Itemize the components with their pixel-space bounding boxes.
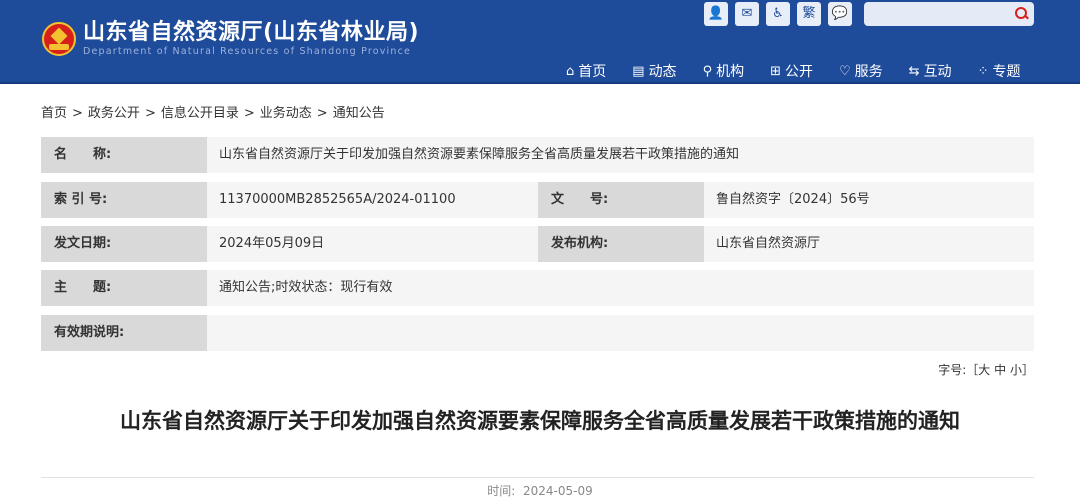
meta-label: 文 号: (538, 182, 704, 218)
nav-label: 机构 (716, 64, 745, 80)
meta-value: 11370000MB2852565A/2024-01100 (207, 182, 538, 218)
heart-icon: ♡ (839, 63, 851, 79)
nav-label: 首页 (578, 64, 607, 80)
main-nav: ⌂ 首页 ▤ 动态 ⚲ 机构 ⊞ 公开 ♡ 服务 ⇆ 互动 ⁘ 专题 (566, 61, 1020, 81)
nav-disclosure[interactable]: ⊞ 公开 (770, 61, 813, 81)
meta-label: 发布机构: (538, 226, 704, 262)
accessibility-icon[interactable]: ♿ (766, 2, 790, 26)
publish-time-value: 2024-05-09 (522, 484, 593, 498)
meta-value: 山东省自然资源厅关于印发加强自然资源要素保障服务全省高质量发展若干政策措施的通知 (207, 137, 1034, 173)
search-box (864, 2, 1034, 26)
meta-row-date: 发文日期: 2024年05月09日 发布机构: 山东省自然资源厅 (41, 226, 1034, 262)
meta-value: 鲁自然资字〔2024〕56号 (704, 182, 1034, 218)
breadcrumb-business-news[interactable]: 业务动态 (260, 106, 312, 121)
meta-value: 山东省自然资源厅 (704, 226, 1034, 262)
divider (41, 477, 1034, 478)
meta-value (207, 315, 1034, 351)
meta-row-subject: 主 题: 通知公告;时效状态：现行有效 (41, 270, 1034, 306)
font-size-suffix: ］ (1021, 363, 1034, 377)
breadcrumb-separator: > (144, 106, 156, 121)
disclosure-icon: ⊞ (770, 63, 781, 79)
font-size-large[interactable]: 大 (978, 363, 990, 377)
meta-row-index: 索 引 号: 11370000MB2852565A/2024-01100 文 号… (41, 182, 1034, 218)
font-size-small[interactable]: 小 (1010, 363, 1022, 377)
nav-organization[interactable]: ⚲ 机构 (703, 61, 745, 81)
publish-time: 时间: 2024-05-09 (0, 482, 1080, 499)
meta-row-validity: 有效期说明: (41, 315, 1034, 351)
breadcrumb-home[interactable]: 首页 (41, 106, 67, 121)
breadcrumb-notices[interactable]: 通知公告 (333, 106, 385, 121)
meta-label: 主 题: (41, 270, 207, 306)
breadcrumb-separator: > (316, 106, 328, 121)
meta-label: 发文日期: (41, 226, 207, 262)
font-size-medium[interactable]: 中 (994, 363, 1006, 377)
nav-label: 动态 (648, 64, 677, 80)
site-subtitle: Department of Natural Resources of Shand… (83, 46, 412, 57)
breadcrumb-separator: > (72, 106, 83, 121)
font-size-prefix: 字号:［ (938, 363, 979, 377)
grid-icon: ⁘ (977, 63, 989, 79)
meta-value: 通知公告;时效状态：现行有效 (207, 270, 1034, 306)
site-header: 山东省自然资源厅(山东省林业局) Department of Natural R… (0, 0, 1080, 84)
nav-news[interactable]: ▤ 动态 (632, 61, 676, 81)
nav-label: 公开 (785, 64, 813, 80)
national-emblem-icon (42, 22, 76, 56)
breadcrumb-government-affairs[interactable]: 政务公开 (88, 106, 140, 121)
meta-label: 索 引 号: (41, 182, 207, 218)
home-icon: ⌂ (566, 63, 575, 79)
nav-topics[interactable]: ⁘ 专题 (978, 61, 1021, 81)
org-chart-icon: ⚲ (702, 63, 713, 79)
nav-label: 互动 (923, 64, 952, 80)
site-title: 山东省自然资源厅(山东省林业局) (83, 20, 420, 45)
search-input[interactable] (864, 2, 1004, 26)
traditional-chinese-button[interactable]: 繁 (797, 2, 821, 26)
meta-row-name: 名 称: 山东省自然资源厅关于印发加强自然资源要素保障服务全省高质量发展若干政策… (41, 137, 1034, 173)
breadcrumb: 首页 > 政务公开 > 信息公开目录 > 业务动态 > 通知公告 (41, 102, 385, 121)
interaction-icon: ⇆ (908, 63, 920, 79)
nav-interaction[interactable]: ⇆ 互动 (909, 61, 952, 81)
font-size-switcher: 字号:［大 中 小］ (938, 361, 1034, 378)
breadcrumb-separator: > (243, 106, 255, 121)
nav-home[interactable]: ⌂ 首页 (566, 61, 606, 81)
meta-label: 名 称: (41, 137, 207, 173)
article-title: 山东省自然资源厅关于印发加强自然资源要素保障服务全省高质量发展若干政策措施的通知 (120, 409, 960, 433)
meta-label: 有效期说明: (41, 315, 207, 351)
mail-icon[interactable]: ✉ (735, 2, 759, 26)
meta-value: 2024年05月09日 (207, 226, 538, 262)
nav-service[interactable]: ♡ 服务 (839, 61, 883, 81)
site-logo[interactable]: 山东省自然资源厅(山东省林业局) Department of Natural R… (42, 20, 419, 58)
publish-time-label: 时间: (487, 484, 516, 498)
header-tools: 👤 ✉ ♿ 繁 💬 (704, 2, 852, 26)
nav-label: 专题 (992, 64, 1021, 80)
breadcrumb-catalog[interactable]: 信息公开目录 (161, 106, 239, 121)
news-icon: ▤ (632, 63, 645, 79)
nav-label: 服务 (854, 64, 883, 80)
search-icon[interactable] (1015, 7, 1029, 21)
user-icon[interactable]: 👤 (704, 2, 728, 26)
wechat-icon[interactable]: 💬 (828, 2, 852, 26)
